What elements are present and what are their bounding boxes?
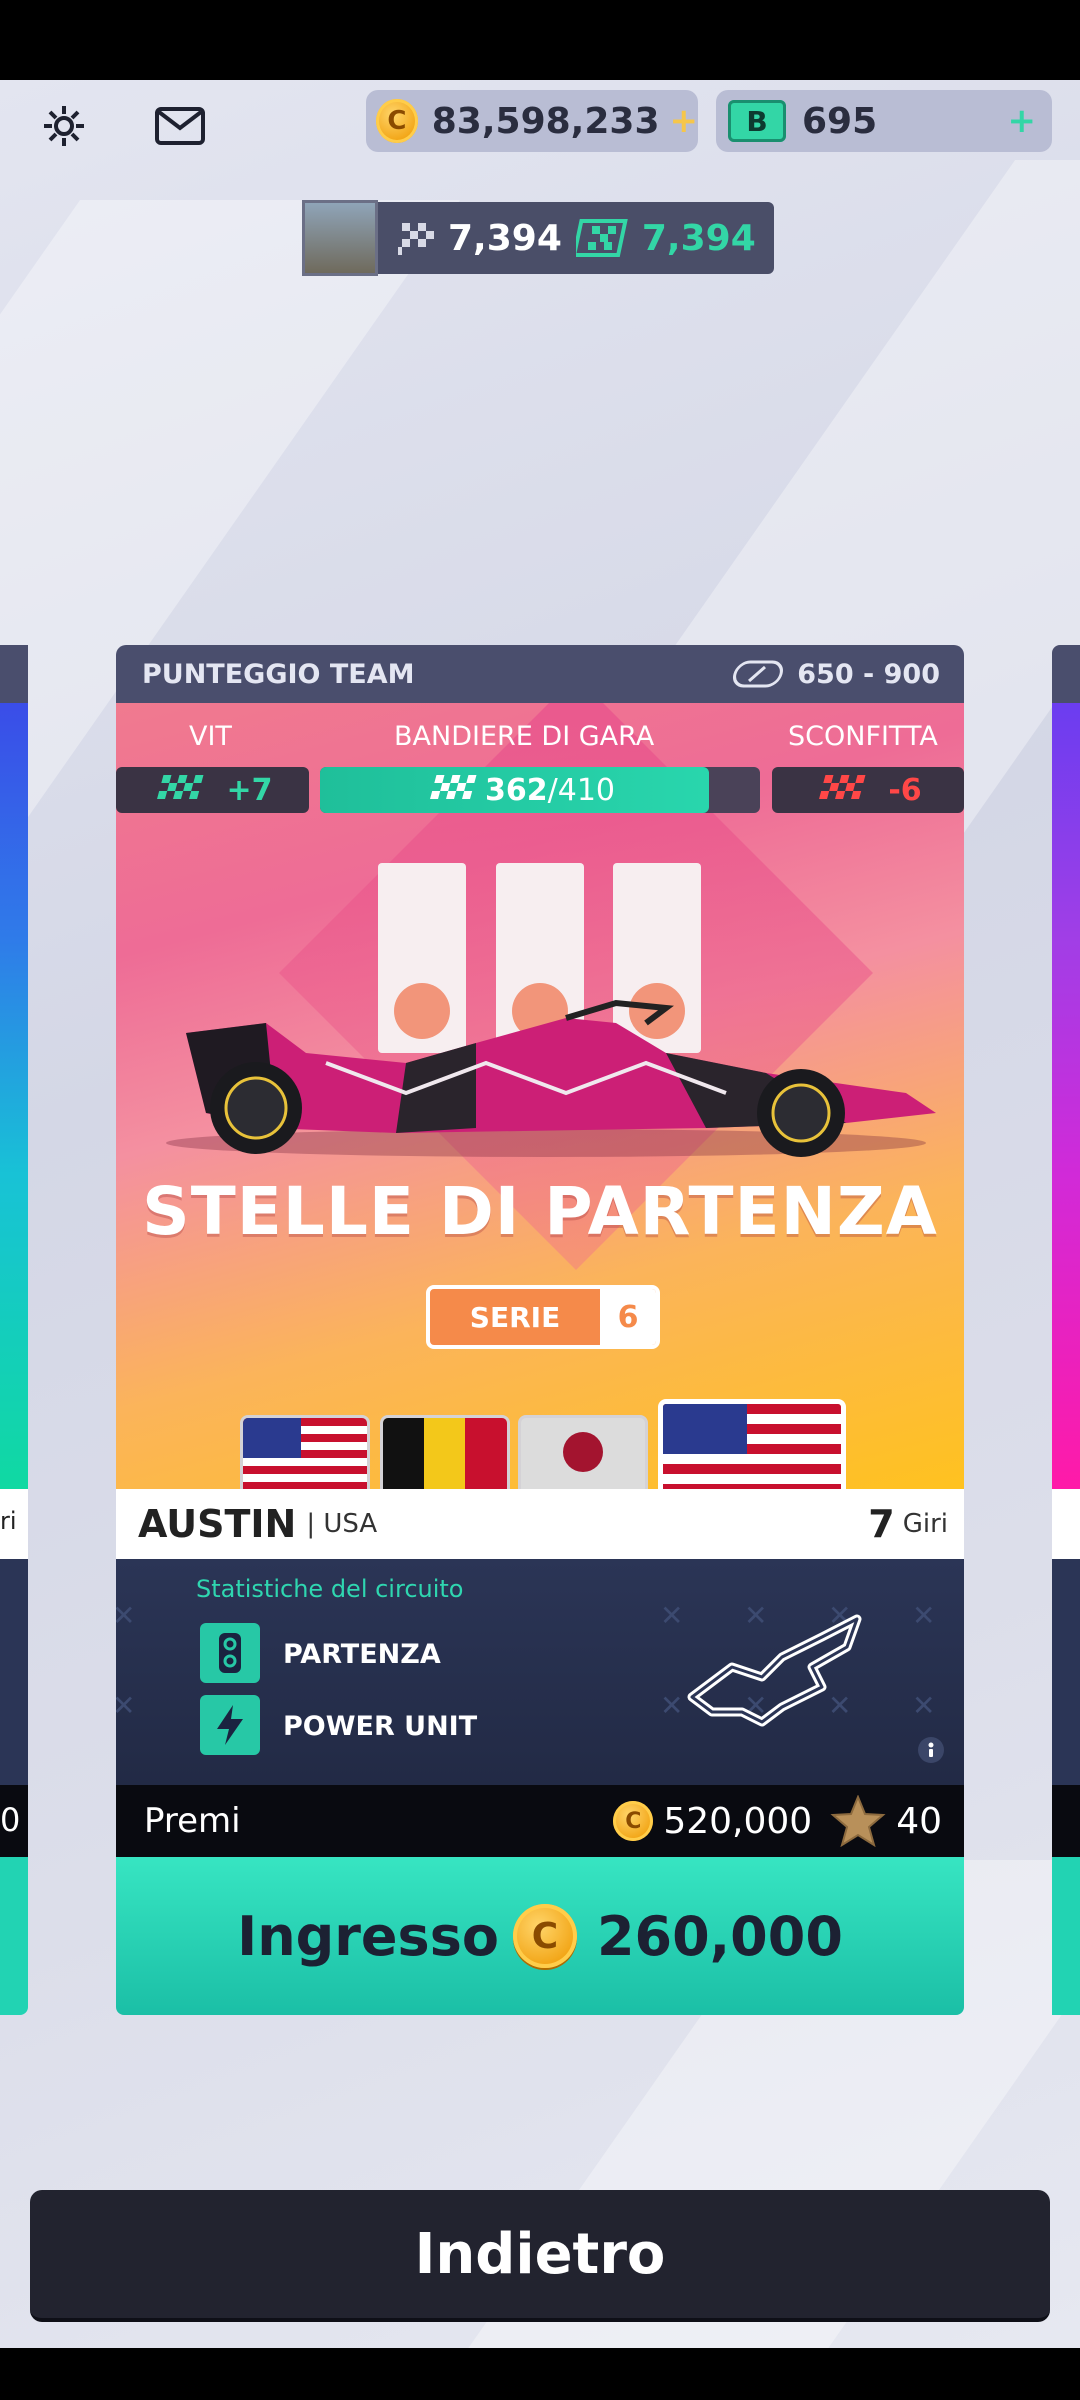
mail-icon[interactable] [152,98,208,154]
speed-gauge-icon [733,660,784,688]
prize-stars: 40 [896,1800,942,1842]
prizes-row: Premi C 520,000 40 [116,1785,964,1857]
coin-icon: C [512,1904,577,1968]
flags-current: 362 [485,772,548,808]
bucks-value: 695 [802,100,878,142]
event-artwork: VIT BANDIERE DI GARA SCONFITTA +7 362 /4… [116,703,964,1489]
coin-icon: C [613,1801,654,1841]
belgium-flag-icon [380,1415,510,1489]
track-info-row: AUSTIN | USA 7 Giri [116,1489,964,1559]
win-label: VIT [189,721,232,752]
event-card[interactable]: PUNTEGGIO TEAM 650 - 900 VIT BANDIERE DI… [116,645,964,2015]
laps-number: 7 [868,1502,895,1546]
entry-cost: 260,000 [596,1904,843,1968]
coins-balance[interactable]: C 83,598,233 + [366,90,698,152]
series-label: SERIE [469,1300,561,1334]
add-bucks-icon[interactable]: + [1008,101,1037,141]
rank-value: 7,394 [448,217,562,259]
event-title: STELLE DI PARTENZA [142,1173,938,1250]
stat-start: PARTENZA [283,1639,441,1670]
prize-coins: 520,000 [663,1800,813,1842]
win-value: +7 [226,772,273,808]
checkered-flag-icon [819,775,866,799]
player-rank-bar[interactable]: 7,394 7,394 [302,200,774,276]
laps-label: Giri [902,1509,948,1539]
partial-number: 0 [0,1801,21,1839]
game-screen: C 83,598,233 + B 695 + 7,394 7,394 ri 0 … [0,80,1080,2348]
team-score-header: PUNTEGGIO TEAM 650 - 900 [116,645,964,703]
previous-event-card[interactable]: ri 0 [0,645,28,2015]
checkered-flag-icon [157,775,204,799]
usa-flag-selected-icon [658,1399,846,1489]
settings-gear-icon[interactable] [36,98,92,154]
loss-box: -6 [772,767,964,813]
prizes-label: Premi [144,1801,241,1841]
add-coins-icon[interactable]: + [670,101,699,141]
track-country: | USA [306,1509,378,1539]
circuit-stats-panel: ✕ ✕ ✕ ✕ ✕ ✕ ✕ ✕ ✕ ✕ Statistiche del circuito … [116,1559,964,1785]
f1-car-image [166,999,936,1157]
info-icon[interactable] [916,1735,946,1765]
bucks-balance[interactable]: B 695 + [716,90,1052,152]
trophy-value: 7,394 [641,217,756,259]
series-number: 6 [600,1289,656,1345]
checkered-flag-icon [430,775,477,799]
stat-power-unit: POWER UNIT [283,1711,478,1742]
loss-value: -6 [888,772,922,808]
traffic-light-icon [200,1623,260,1683]
race-flag-icon [398,223,434,255]
win-box: +7 [116,767,309,813]
race-flags-progress: 362/410 [320,767,760,813]
top-bar: C 83,598,233 + B 695 + [0,80,1080,170]
stats-title: Statistiche del circuito [196,1575,464,1603]
flags-total: /410 [547,772,615,808]
race-flags-label: BANDIERE DI GARA [394,721,655,752]
track-name: AUSTIN [138,1502,297,1546]
usa-flag-icon [240,1415,370,1489]
series-badge: SERIE 6 [426,1285,660,1349]
team-score-range: 650 - 900 [797,658,940,690]
coins-value: 83,598,233 [431,100,660,142]
back-button[interactable]: Indietro [30,2190,1050,2322]
team-score-label: PUNTEGGIO TEAM [142,658,415,690]
entry-label: Ingresso [237,1904,499,1968]
lightning-icon [200,1695,260,1755]
partial-label: ri [0,1507,17,1535]
loss-label: SCONFITTA [788,721,938,752]
next-event-card[interactable] [1052,645,1080,2015]
avatar [302,200,378,276]
star-icon [830,1795,886,1847]
entry-button[interactable]: Ingresso C 260,000 [116,1857,964,2015]
circuit-map [687,1614,862,1727]
checkered-flag-icon [575,219,628,257]
japan-flag-icon [518,1415,648,1489]
coin-icon: C [376,99,418,143]
bucks-icon: B [728,100,786,142]
